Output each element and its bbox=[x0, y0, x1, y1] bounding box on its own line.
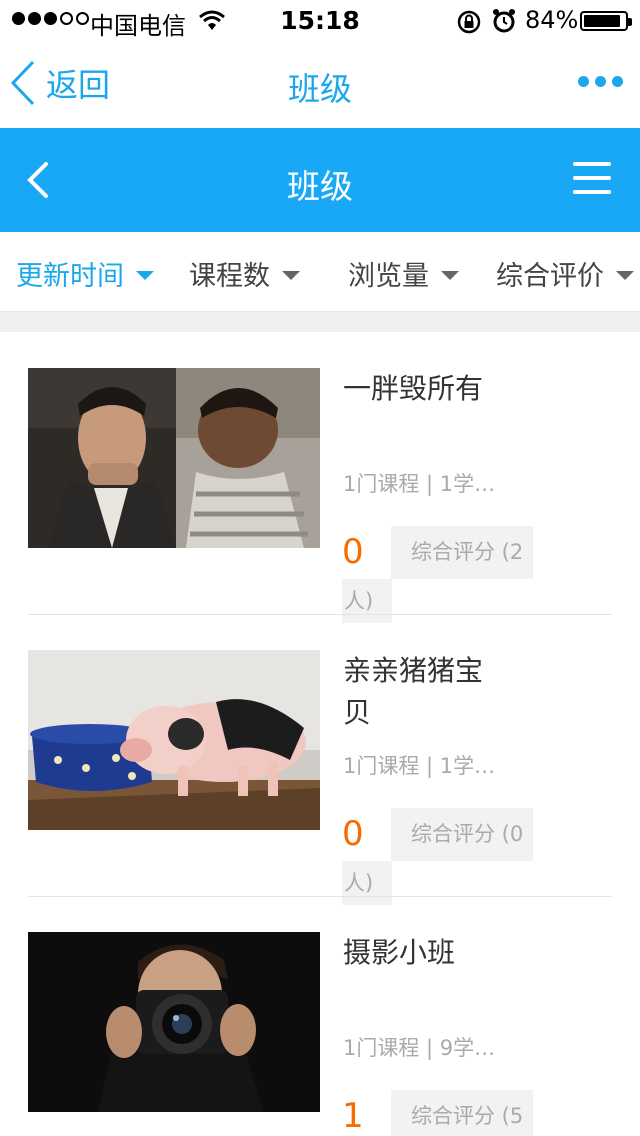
rating-label: 综合评分 (2 bbox=[391, 526, 533, 579]
section-spacer bbox=[0, 312, 640, 332]
caret-down-icon bbox=[136, 270, 154, 280]
more-options-button[interactable] bbox=[578, 76, 623, 87]
battery-icon bbox=[580, 11, 632, 31]
class-score: 1 bbox=[342, 1096, 364, 1136]
page-title: 班级 bbox=[287, 70, 352, 108]
class-name: 一胖毁所有 bbox=[343, 372, 484, 405]
header-title: 班级 bbox=[287, 167, 353, 206]
class-meta: 1门课程 | 1学… bbox=[343, 472, 496, 496]
more-dot-icon bbox=[578, 76, 589, 87]
caret-down-icon bbox=[441, 270, 459, 280]
rating-label: 综合评分 (0 bbox=[391, 808, 533, 861]
menu-icon[interactable] bbox=[573, 162, 611, 204]
class-score: 0 bbox=[342, 532, 364, 572]
class-list-item[interactable]: 亲亲猪猪宝贝 1门课程 | 1学… 0 综合评分 (0 人) bbox=[0, 614, 640, 905]
rating-label: 综合评分 (5 bbox=[391, 1090, 533, 1136]
class-meta: 1门课程 | 9学… bbox=[343, 1036, 496, 1060]
sort-tab-course-count[interactable]: 课程数 bbox=[189, 254, 300, 293]
class-meta: 1门课程 | 1学… bbox=[343, 754, 496, 778]
status-bar: 中国电信 15:18 84% bbox=[0, 0, 640, 40]
more-dot-icon bbox=[595, 76, 606, 87]
sort-tab-update-time[interactable]: 更新时间 bbox=[16, 254, 154, 293]
top-navigation: 返回 班级 bbox=[0, 40, 640, 128]
class-thumbnail-image bbox=[28, 368, 320, 548]
caret-down-icon bbox=[282, 270, 300, 280]
sort-tab-label: 更新时间 bbox=[16, 261, 124, 292]
class-thumbnail-image bbox=[28, 932, 320, 1112]
sort-tab-label: 课程数 bbox=[189, 261, 270, 292]
sort-tab-label: 浏览量 bbox=[348, 261, 429, 292]
sort-tab-views[interactable]: 浏览量 bbox=[348, 254, 459, 293]
sort-tab-rating[interactable]: 综合评价 bbox=[496, 254, 634, 293]
class-name: 摄影小班 bbox=[343, 936, 456, 969]
class-header: 班级 bbox=[0, 128, 640, 232]
class-name: 亲亲猪猪宝贝 bbox=[343, 654, 484, 729]
class-score: 0 bbox=[342, 814, 364, 854]
caret-down-icon bbox=[616, 270, 634, 280]
sort-tab-label: 综合评价 bbox=[496, 261, 604, 292]
class-thumbnail-image bbox=[28, 650, 320, 830]
rotation-lock-icon bbox=[456, 9, 482, 39]
sort-bar: 更新时间 课程数 浏览量 综合评价 bbox=[0, 232, 640, 312]
more-dot-icon bbox=[612, 76, 623, 87]
class-list-item[interactable]: 一胖毁所有 1门课程 | 1学… 0 综合评分 (2 人) bbox=[0, 332, 640, 623]
alarm-icon bbox=[491, 8, 517, 38]
class-list-item[interactable]: 摄影小班 1门课程 | 9学… 1 综合评分 (5 bbox=[0, 896, 640, 1136]
battery-percent: 84% bbox=[525, 6, 579, 34]
